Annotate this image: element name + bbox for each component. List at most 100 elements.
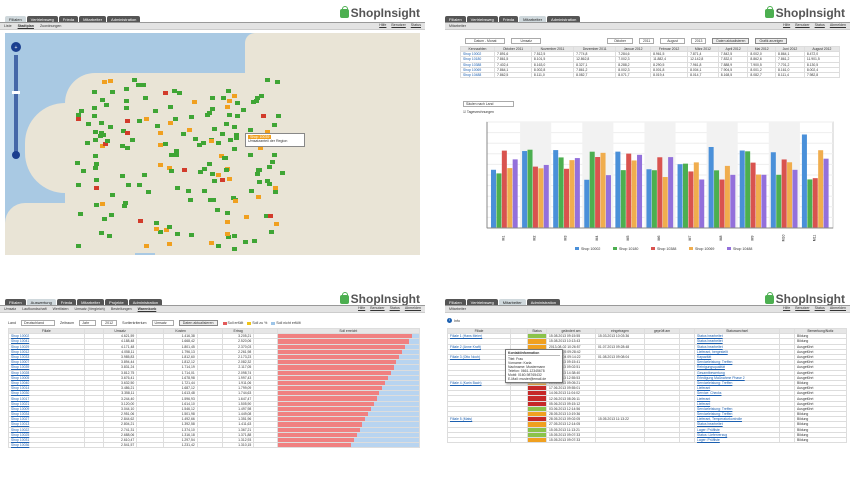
shop-pin-icon[interactable] [141, 83, 146, 87]
shop-pin-icon[interactable] [93, 138, 98, 142]
shop-pin-icon[interactable] [212, 127, 217, 131]
subtab-item[interactable]: Umsatz [4, 307, 16, 311]
shop-pin-icon[interactable] [175, 232, 180, 236]
shop-link[interactable]: Shop 10036 [8, 442, 85, 449]
info-row[interactable]: i Info [447, 318, 460, 323]
shop-pin-icon[interactable] [225, 105, 230, 109]
header-link-benutzer[interactable]: Benutzer [370, 306, 384, 310]
shop-pin-icon[interactable] [168, 105, 173, 109]
shop-pin-icon[interactable] [123, 201, 128, 205]
shop-pin-icon[interactable] [224, 122, 229, 126]
shop-pin-icon[interactable] [163, 142, 168, 146]
shop-pin-icon[interactable] [86, 122, 91, 126]
shop-pin-icon[interactable] [175, 186, 180, 190]
header-link-hilfe[interactable]: Hilfe [358, 306, 365, 310]
shop-pin-icon[interactable] [108, 125, 113, 129]
shop-pin-icon[interactable] [257, 180, 262, 184]
shop-pin-icon[interactable] [274, 222, 279, 226]
shop-pin-icon[interactable] [276, 114, 281, 118]
shop-pin-icon[interactable] [268, 214, 273, 218]
shop-pin-icon[interactable] [265, 78, 270, 82]
shop-pin-icon[interactable] [99, 121, 104, 125]
shop-pin-icon[interactable] [142, 173, 147, 177]
shop-pin-icon[interactable] [92, 106, 97, 110]
shop-pin-icon[interactable] [272, 153, 277, 157]
shop-pin-icon[interactable] [198, 170, 203, 174]
subtab-item[interactable]: Umsatz (Vergleich) [75, 307, 105, 311]
detail-select[interactable]: Datum - Monat [465, 38, 506, 44]
shop-pin-icon[interactable] [188, 198, 193, 202]
shop-pin-icon[interactable] [234, 136, 239, 140]
shop-pin-icon[interactable] [227, 177, 232, 181]
shop-pin-icon[interactable] [232, 247, 237, 251]
shop-pin-icon[interactable] [158, 131, 163, 135]
shop-pin-icon[interactable] [187, 128, 192, 132]
shop-pin-icon[interactable] [193, 137, 198, 141]
shop-pin-icon[interactable] [212, 179, 217, 183]
table-row[interactable]: 15.05.2013 09:07:33 Lager: Prüfliste Bildu… [447, 436, 847, 444]
shop-pin-icon[interactable] [167, 242, 172, 246]
shop-pin-icon[interactable] [227, 99, 232, 103]
shop-pin-icon[interactable] [201, 141, 206, 145]
shop-pin-icon[interactable] [169, 169, 174, 173]
graph-button[interactable]: Grafik anzeigen [755, 38, 788, 44]
shop-pin-icon[interactable] [210, 172, 215, 176]
jahr-select[interactable]: 2012 [101, 320, 118, 326]
shop-pin-icon[interactable] [223, 156, 228, 160]
shop-pin-icon[interactable] [224, 168, 229, 172]
shop-pin-icon[interactable] [215, 208, 220, 212]
shop-pin-icon[interactable] [100, 202, 105, 206]
shop-pin-icon[interactable] [243, 240, 248, 244]
update-button[interactable]: Daten aktualisieren [178, 320, 218, 326]
shop-pin-icon[interactable] [78, 212, 83, 216]
shop-pin-icon[interactable] [94, 186, 99, 190]
von-jahr-select[interactable]: 2011 [639, 38, 655, 44]
shop-pin-icon[interactable] [154, 221, 159, 225]
shop-pin-icon[interactable] [130, 138, 135, 142]
shop-pin-icon[interactable] [167, 225, 172, 229]
shop-pin-icon[interactable] [137, 119, 142, 123]
shop-pin-icon[interactable] [216, 141, 221, 145]
shop-pin-icon[interactable] [207, 111, 212, 115]
header-link-abmelden[interactable]: Abmelden [405, 306, 421, 310]
shop-pin-icon[interactable] [146, 190, 151, 194]
shop-pin-icon[interactable] [110, 193, 115, 197]
header-link-hilfe[interactable]: Hilfe [783, 306, 790, 310]
shop-pin-icon[interactable] [174, 153, 179, 157]
shop-pin-icon[interactable] [226, 89, 231, 93]
shop-pin-icon[interactable] [233, 199, 238, 203]
table-row[interactable]: Shop 10036 2.541,57 1.231,42 1.310,15 [8, 442, 421, 449]
shop-pin-icon[interactable] [202, 189, 207, 193]
shop-pin-icon[interactable] [125, 131, 130, 135]
shop-pin-icon[interactable] [94, 162, 99, 166]
shop-pin-icon[interactable] [235, 114, 240, 118]
shop-pin-icon[interactable] [225, 211, 230, 215]
shop-pin-icon[interactable] [267, 165, 272, 169]
shop-pin-icon[interactable] [232, 147, 237, 151]
shop-pin-icon[interactable] [248, 153, 253, 157]
shop-pin-icon[interactable] [280, 171, 285, 175]
sort-select[interactable]: Umsatz [151, 320, 174, 326]
shop-pin-icon[interactable] [221, 96, 226, 100]
checkbox-row[interactable]: ☑ Tagesrechnungen [463, 110, 494, 114]
shop-pin-icon[interactable] [107, 234, 112, 238]
subtab-zuordnungen[interactable]: Zuordnungen [40, 24, 61, 28]
shop-pin-icon[interactable] [124, 106, 129, 110]
select-label[interactable]: Säulen nach Land [463, 101, 515, 107]
shop-pin-icon[interactable] [155, 124, 160, 128]
shop-pin-icon[interactable] [94, 203, 99, 207]
shop-pin-icon[interactable] [144, 244, 149, 248]
shop-pin-icon[interactable] [256, 195, 261, 199]
shop-pin-icon[interactable] [232, 234, 237, 238]
shop-pin-icon[interactable] [120, 144, 125, 148]
header-link-status[interactable]: Status [411, 23, 421, 27]
status-link[interactable]: Lager: Prüfliste [694, 436, 780, 444]
header-link-hilfe[interactable]: Hilfe [379, 23, 386, 27]
shop-pin-icon[interactable] [249, 189, 254, 193]
shop-pin-icon[interactable] [109, 213, 114, 217]
subtab-item[interactable]: Laufkundschaft [22, 307, 46, 311]
shop-pin-icon[interactable] [209, 241, 214, 245]
shop-pin-icon[interactable] [210, 96, 215, 100]
shop-pin-icon[interactable] [177, 91, 182, 95]
map-zoom-control[interactable]: + [10, 41, 22, 162]
